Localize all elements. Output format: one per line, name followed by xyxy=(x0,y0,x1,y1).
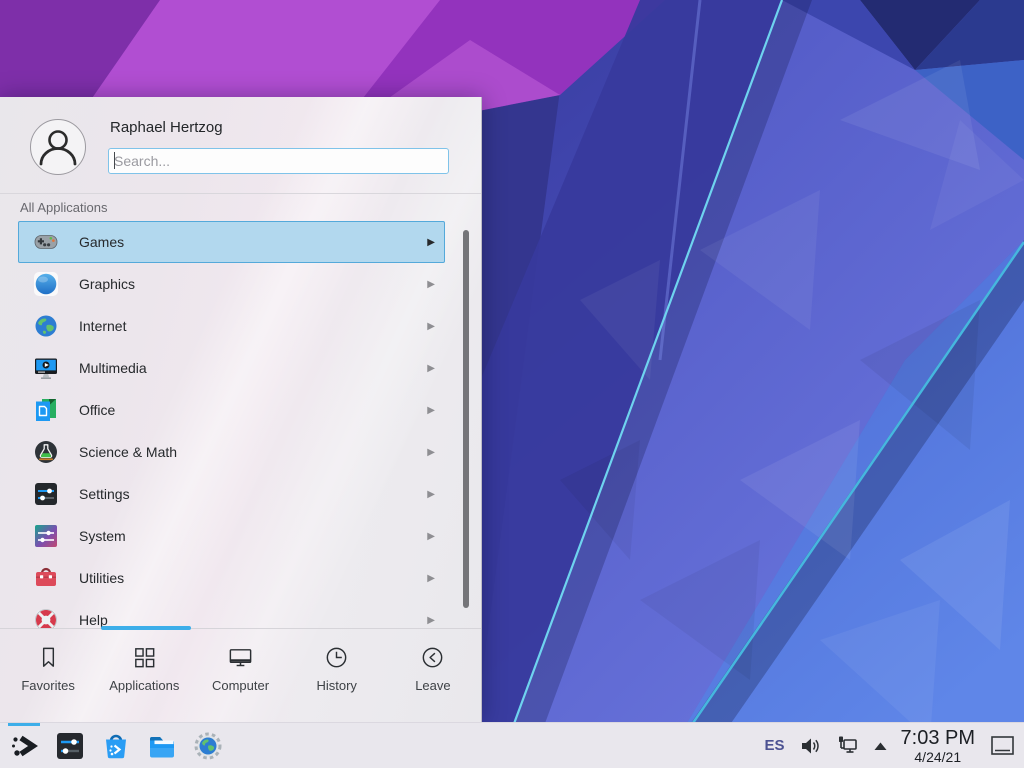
games-icon xyxy=(33,229,59,255)
graphics-icon xyxy=(33,271,59,297)
dolphin-button[interactable] xyxy=(144,723,180,768)
keyboard-layout-indicator[interactable]: ES xyxy=(765,737,785,754)
tab-history[interactable]: History xyxy=(289,629,385,723)
konqueror-button[interactable] xyxy=(190,723,226,768)
submenu-arrow-icon: ▶ xyxy=(427,573,435,584)
system-settings-button[interactable] xyxy=(52,723,88,768)
multimedia-icon xyxy=(33,355,59,381)
show-desktop-icon xyxy=(989,732,1016,759)
menu-item-label: Utilities xyxy=(79,570,427,586)
tab-label: Applications xyxy=(109,678,179,693)
text-cursor xyxy=(114,152,115,169)
system-tray: ES 7:03 PM 4/24/21 xyxy=(765,723,1024,768)
computer-icon xyxy=(227,644,254,671)
menu-item-label: System xyxy=(79,528,427,544)
menu-item-graphics[interactable]: Graphics ▶ xyxy=(18,263,445,305)
submenu-arrow-icon: ▶ xyxy=(427,531,435,542)
submenu-arrow-icon: ▶ xyxy=(427,363,435,374)
konqueror-icon xyxy=(192,730,224,762)
utilities-icon xyxy=(33,565,59,591)
menu-item-utilities[interactable]: Utilities ▶ xyxy=(18,557,445,599)
submenu-arrow-icon: ▶ xyxy=(427,489,435,500)
dolphin-icon xyxy=(146,730,178,762)
menu-item-settings[interactable]: Settings ▶ xyxy=(18,473,445,515)
menu-item-label: Graphics xyxy=(79,276,427,292)
menu-item-system[interactable]: System ▶ xyxy=(18,515,445,557)
user-name: Raphael Hertzog xyxy=(110,119,223,136)
section-label: All Applications xyxy=(20,200,107,215)
submenu-arrow-icon: ▶ xyxy=(427,279,435,290)
submenu-arrow-icon: ▶ xyxy=(427,237,435,248)
header-divider xyxy=(0,193,481,194)
science-icon xyxy=(33,439,59,465)
tab-favorites[interactable]: Favorites xyxy=(0,629,96,723)
submenu-arrow-icon: ▶ xyxy=(427,447,435,458)
volume-icon[interactable] xyxy=(798,734,822,758)
tab-applications[interactable]: Applications xyxy=(96,629,192,723)
taskbar-launchers xyxy=(0,723,226,768)
applications-icon xyxy=(131,644,158,671)
history-icon xyxy=(323,644,350,671)
menu-item-multimedia[interactable]: Multimedia ▶ xyxy=(18,347,445,389)
system-icon xyxy=(33,523,59,549)
menu-item-label: Games xyxy=(79,234,427,250)
system-settings-icon xyxy=(54,730,86,762)
discover-button[interactable] xyxy=(98,723,134,768)
user-icon xyxy=(31,120,85,174)
leave-icon xyxy=(419,644,446,671)
tab-label: Leave xyxy=(415,678,450,693)
application-category-list: Games ▶ Graphics ▶ xyxy=(0,221,460,628)
submenu-arrow-icon: ▶ xyxy=(427,321,435,332)
active-task-indicator xyxy=(8,723,40,726)
network-icon[interactable] xyxy=(835,733,860,758)
kickoff-launcher-icon xyxy=(9,731,39,761)
search-input[interactable] xyxy=(108,148,449,174)
help-icon xyxy=(33,607,59,628)
tab-label: Favorites xyxy=(21,678,74,693)
office-icon xyxy=(33,397,59,423)
clock-date: 4/24/21 xyxy=(914,750,961,764)
menu-item-help[interactable]: Help ▶ xyxy=(18,599,445,628)
submenu-arrow-icon: ▶ xyxy=(427,615,435,626)
menu-item-label: Internet xyxy=(79,318,427,334)
active-tab-indicator xyxy=(101,626,191,630)
kickoff-launcher-button[interactable] xyxy=(6,723,42,768)
internet-icon xyxy=(33,313,59,339)
user-avatar[interactable] xyxy=(30,119,86,175)
menu-item-label: Multimedia xyxy=(79,360,427,376)
menu-item-science-math[interactable]: Science & Math ▶ xyxy=(18,431,445,473)
kickoff-launcher-panel: Raphael Hertzog All Applications Games ▶ xyxy=(0,97,482,722)
tab-leave[interactable]: Leave xyxy=(385,629,481,723)
menu-item-label: Settings xyxy=(79,486,427,502)
menu-item-internet[interactable]: Internet ▶ xyxy=(18,305,445,347)
expand-tray-icon[interactable] xyxy=(873,740,888,752)
settings-icon xyxy=(33,481,59,507)
list-scrollbar[interactable] xyxy=(463,230,469,608)
menu-item-office[interactable]: Office ▶ xyxy=(18,389,445,431)
favorites-icon xyxy=(35,644,62,671)
tab-computer[interactable]: Computer xyxy=(192,629,288,723)
menu-item-label: Science & Math xyxy=(79,444,427,460)
show-desktop-button[interactable] xyxy=(988,732,1016,760)
discover-icon xyxy=(100,730,132,762)
digital-clock[interactable]: 7:03 PM 4/24/21 xyxy=(901,728,975,764)
tab-label: History xyxy=(316,678,356,693)
tab-label: Computer xyxy=(212,678,269,693)
desktop: Raphael Hertzog All Applications Games ▶ xyxy=(0,0,1024,768)
submenu-arrow-icon: ▶ xyxy=(427,405,435,416)
taskbar-panel: ES 7:03 PM 4/24/21 xyxy=(0,722,1024,768)
menu-item-label: Office xyxy=(79,402,427,418)
menu-item-games[interactable]: Games ▶ xyxy=(18,221,445,263)
clock-time: 7:03 PM xyxy=(901,728,975,748)
kickoff-tab-bar: Favorites Applications Com xyxy=(0,628,481,723)
